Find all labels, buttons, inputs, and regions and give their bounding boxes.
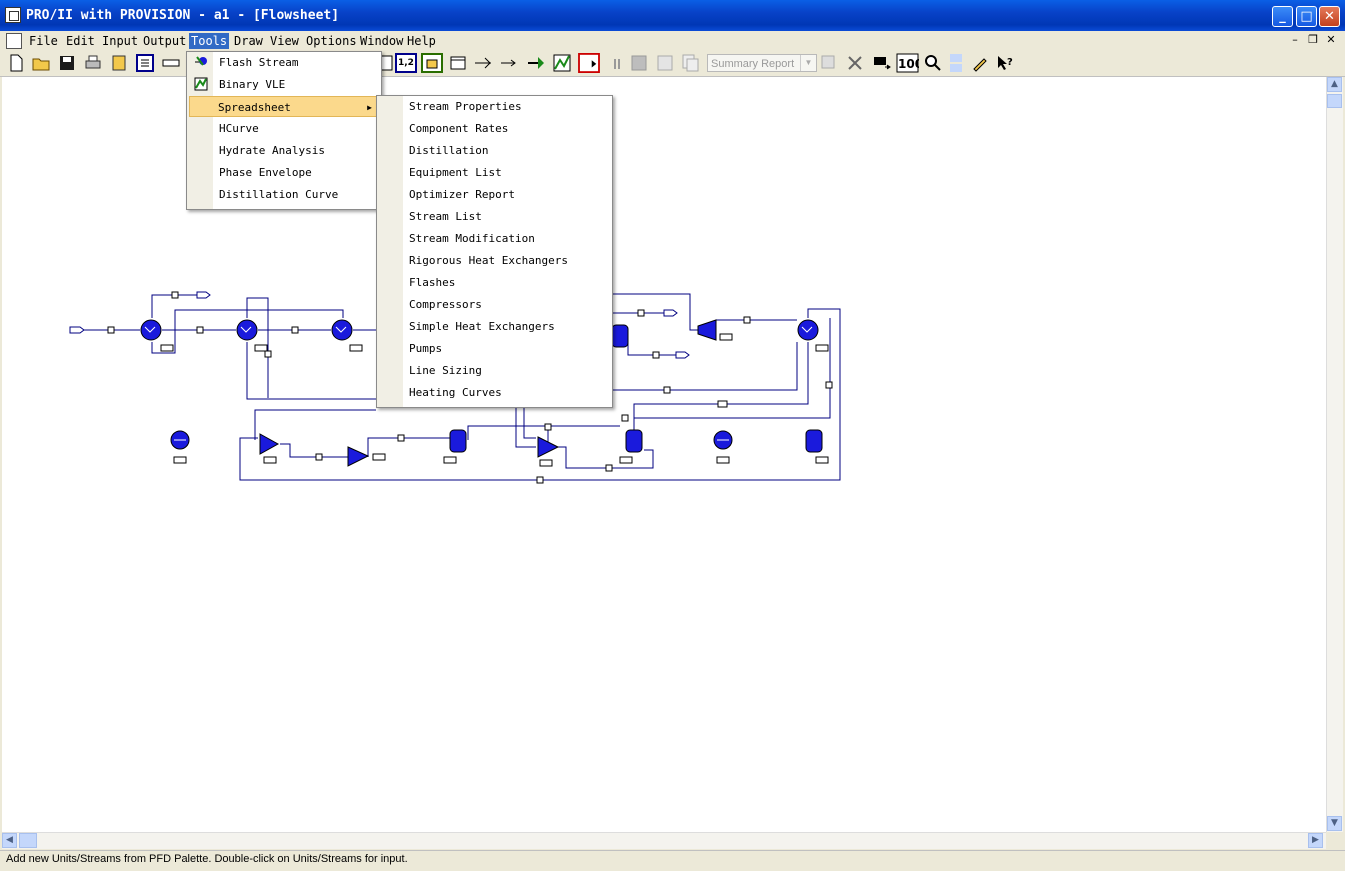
- zoom-icon[interactable]: [923, 53, 943, 73]
- run-button-icon[interactable]: [577, 53, 601, 73]
- menu-item-distillation-curve[interactable]: Distillation Curve: [189, 184, 379, 205]
- submenu-stream-properties[interactable]: Stream Properties: [379, 96, 610, 117]
- app-icon[interactable]: [5, 7, 21, 23]
- run-flow-icon[interactable]: [526, 53, 546, 73]
- menu-edit[interactable]: Edit: [64, 33, 97, 49]
- submenu-rigorous-heat-exchangers[interactable]: Rigorous Heat Exchangers: [379, 250, 610, 271]
- copy-report-icon[interactable]: [681, 53, 701, 73]
- menu-item-phase-envelope[interactable]: Phase Envelope: [189, 162, 379, 183]
- svg-text:100: 100: [898, 57, 919, 71]
- chevron-down-icon[interactable]: ▼: [800, 55, 816, 71]
- submenu-heating-curves[interactable]: Heating Curves: [379, 382, 610, 403]
- window-title: PRO/II with PROVISION - a1 - [Flowsheet]: [26, 8, 340, 23]
- pause-icon[interactable]: [612, 53, 622, 73]
- horizontal-scroll-thumb[interactable]: [19, 833, 37, 848]
- minimize-button[interactable]: _: [1272, 6, 1293, 27]
- tools-menu: Flash Stream Binary VLE Spreadsheet ▶ HC…: [186, 51, 382, 210]
- menu-tools[interactable]: Tools: [189, 33, 230, 49]
- delete-icon[interactable]: [845, 53, 865, 73]
- submenu-simple-heat-exchangers[interactable]: Simple Heat Exchangers: [379, 316, 610, 337]
- menu-draw[interactable]: Draw: [232, 33, 265, 49]
- sequence-icon[interactable]: 1,2: [395, 53, 417, 73]
- stream-icon[interactable]: [499, 53, 519, 73]
- pencil-icon[interactable]: [970, 53, 990, 73]
- menu-item-spreadsheet[interactable]: Spreadsheet ▶: [189, 96, 379, 117]
- spreadsheet-submenu: Stream Properties Component Rates Distil…: [376, 95, 613, 408]
- menu-item-flash-stream[interactable]: Flash Stream: [189, 52, 379, 73]
- zoom-100-icon[interactable]: 100: [896, 53, 919, 73]
- svg-text:1,2: 1,2: [398, 58, 414, 68]
- submenu-compressors[interactable]: Compressors: [379, 294, 610, 315]
- submenu-component-rates[interactable]: Component Rates: [379, 118, 610, 139]
- scroll-up-icon[interactable]: ▲: [1327, 77, 1342, 92]
- vertical-scrollbar[interactable]: ▲ ▼: [1326, 77, 1343, 832]
- title-bar: PRO/II with PROVISION - a1 - [Flowsheet]…: [0, 0, 1345, 31]
- menu-view[interactable]: View: [268, 33, 301, 49]
- flash-stream-icon: [195, 56, 207, 66]
- keyword-file-icon[interactable]: [135, 53, 155, 73]
- submenu-arrow-icon: ▶: [367, 103, 372, 112]
- export-report-icon[interactable]: [819, 53, 839, 73]
- scroll-right-icon[interactable]: ▶: [1308, 833, 1323, 848]
- menu-item-hcurve[interactable]: HCurve: [189, 118, 379, 139]
- binary-vle-icon: [194, 77, 208, 91]
- help-pointer-icon[interactable]: ?: [995, 53, 1015, 73]
- plot-icon[interactable]: [552, 53, 572, 73]
- summary-report-combo[interactable]: Summary Report ▼: [707, 54, 817, 72]
- new-file-icon[interactable]: [6, 53, 26, 73]
- menu-output[interactable]: Output: [141, 33, 188, 49]
- document-icon[interactable]: [6, 33, 22, 49]
- menu-window[interactable]: Window: [358, 33, 405, 49]
- stop-icon[interactable]: [629, 53, 649, 73]
- submenu-distillation[interactable]: Distillation: [379, 140, 610, 161]
- mdi-minimize-button[interactable]: –: [1288, 33, 1302, 47]
- menu-item-binary-vle[interactable]: Binary VLE: [189, 74, 379, 95]
- status-text: Add new Units/Streams from PFD Palette. …: [6, 853, 408, 865]
- stream-connector-icon[interactable]: [473, 53, 493, 73]
- menu-input[interactable]: Input: [100, 33, 140, 49]
- submenu-flashes[interactable]: Flashes: [379, 272, 610, 293]
- window-icon[interactable]: [448, 53, 468, 73]
- zoom-spin-icon[interactable]: [949, 53, 963, 73]
- print-icon[interactable]: [83, 53, 103, 73]
- submenu-pumps[interactable]: Pumps: [379, 338, 610, 359]
- report-icon[interactable]: [655, 53, 675, 73]
- save-icon[interactable]: [57, 53, 77, 73]
- summary-report-value: Summary Report: [711, 58, 795, 70]
- submenu-line-sizing[interactable]: Line Sizing: [379, 360, 610, 381]
- menu-item-hydrate-analysis[interactable]: Hydrate Analysis: [189, 140, 379, 161]
- maximize-button[interactable]: □: [1296, 6, 1317, 27]
- menu-help[interactable]: Help: [405, 33, 438, 49]
- submenu-stream-list[interactable]: Stream List: [379, 206, 610, 227]
- svg-text:?: ?: [1007, 57, 1013, 68]
- unit-add-icon[interactable]: [421, 53, 443, 73]
- submenu-stream-modification[interactable]: Stream Modification: [379, 228, 610, 249]
- ruler-icon[interactable]: [161, 53, 181, 73]
- database-icon[interactable]: [871, 53, 891, 73]
- status-bar: Add new Units/Streams from PFD Palette. …: [0, 850, 1345, 871]
- submenu-equipment-list[interactable]: Equipment List: [379, 162, 610, 183]
- menu-file[interactable]: File: [27, 33, 60, 49]
- horizontal-scrollbar[interactable]: ◀ ▶: [2, 832, 1326, 849]
- close-button[interactable]: ✕: [1319, 6, 1340, 27]
- vertical-scroll-thumb[interactable]: [1327, 94, 1342, 108]
- submenu-optimizer-report[interactable]: Optimizer Report: [379, 184, 610, 205]
- scroll-down-icon[interactable]: ▼: [1327, 816, 1342, 831]
- mdi-restore-button[interactable]: ❐: [1306, 33, 1320, 47]
- menu-options[interactable]: Options: [304, 33, 359, 49]
- menu-bar: File Edit Input Output Tools Draw View O…: [0, 31, 1345, 51]
- mdi-close-button[interactable]: ✕: [1324, 33, 1338, 47]
- scroll-left-icon[interactable]: ◀: [2, 833, 17, 848]
- print-preview-icon[interactable]: [109, 53, 129, 73]
- open-folder-icon[interactable]: [31, 53, 51, 73]
